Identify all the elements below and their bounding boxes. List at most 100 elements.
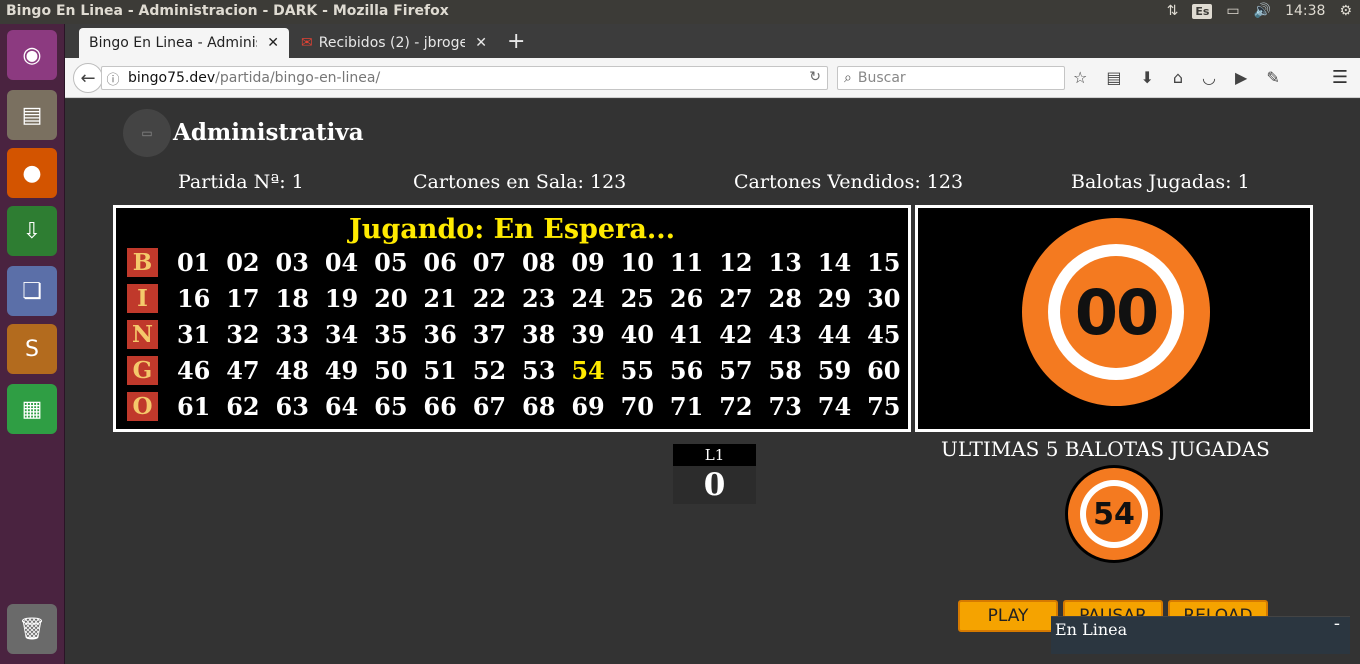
board-number: 08 xyxy=(522,248,556,277)
board-row-b: B 01 02 03 04 05 06 07 08 09 10 11 12 13 14 15 xyxy=(127,248,908,277)
board-number: 56 xyxy=(669,356,704,385)
board-row-o: O 61 62 63 64 65 66 67 68 69 70 71 72 73 74 75 xyxy=(127,392,908,421)
keyboard-layout-indicator[interactable]: Es xyxy=(1192,3,1213,19)
board-number: 09 xyxy=(571,248,605,277)
board-number: 40 xyxy=(620,320,655,349)
firefox-icon[interactable]: ● xyxy=(7,148,57,198)
board-number: 31 xyxy=(176,320,211,349)
board-number: 07 xyxy=(472,248,507,277)
board-row-i: I 16 17 18 19 20 21 22 23 24 25 26 27 28 29 30 xyxy=(127,284,908,313)
board-number: 57 xyxy=(719,356,753,385)
board-number: 32 xyxy=(226,320,260,349)
stat-cartones-vendidos: Cartones Vendidos: 123 xyxy=(734,171,964,193)
browser-nav-bar: ← ⓘ bingo75.dev /partida/bingo-en-linea/… xyxy=(65,58,1360,98)
board-number: 23 xyxy=(522,284,556,313)
downloads-icon[interactable]: ⬇ xyxy=(1140,68,1153,87)
game-status: Jugando: En Espera... xyxy=(348,214,676,245)
board-number: 37 xyxy=(472,320,507,349)
spreadsheet-icon[interactable]: ▦ xyxy=(7,384,57,434)
board-letter: B xyxy=(127,248,158,277)
eyedropper-icon[interactable]: ✎ xyxy=(1266,68,1279,87)
board-number: 35 xyxy=(374,320,408,349)
url-bar[interactable]: ⓘ bingo75.dev /partida/bingo-en-linea/ ↻ xyxy=(101,66,828,90)
volume-icon[interactable]: 🔊 xyxy=(1254,3,1271,19)
board-number: 26 xyxy=(669,284,704,313)
new-tab-button[interactable]: + xyxy=(507,29,525,54)
document-viewer-icon[interactable]: ❏ xyxy=(7,266,57,316)
search-input[interactable]: ⌕ Buscar xyxy=(837,66,1065,90)
hamburger-menu-icon[interactable]: ☰ xyxy=(1332,67,1348,88)
search-icon: ⌕ xyxy=(844,70,852,86)
unity-launcher: ◉ ▤ ● ⇩ ❏ S ▦ 🗑 xyxy=(0,24,65,664)
pocket-icon[interactable]: ◡ xyxy=(1202,68,1216,87)
board-number: 74 xyxy=(817,392,852,421)
youtube-icon[interactable]: ▶ xyxy=(1235,68,1247,87)
board-number: 15 xyxy=(867,248,901,277)
board-row-g: G 46 47 48 49 50 51 52 53 54 55 56 57 58 59 60 xyxy=(127,356,908,385)
back-button[interactable]: ← xyxy=(73,63,103,93)
board-number: 11 xyxy=(669,248,704,277)
board-number: 02 xyxy=(226,248,260,277)
last-ball-number: 54 xyxy=(1086,486,1142,542)
board-number: 51 xyxy=(423,356,457,385)
board-number: 06 xyxy=(423,248,457,277)
board-letter: N xyxy=(127,320,158,349)
stat-partida: Partida Nª: 1 xyxy=(178,171,304,193)
toolbar-icons: ☆ ▤ ⬇ ⌂ ◡ ▶ ✎ xyxy=(1073,68,1280,87)
board-number: 29 xyxy=(817,284,852,313)
stat-cartones-sala: Cartones en Sala: 123 xyxy=(413,171,627,193)
board-number: 36 xyxy=(423,320,457,349)
board-number: 63 xyxy=(275,392,309,421)
board-number: 68 xyxy=(522,392,556,421)
last-balls-title: ULTIMAS 5 BALOTAS JUGADAS xyxy=(941,437,1270,461)
board-number: 64 xyxy=(324,392,359,421)
online-chat-widget[interactable]: En Linea - xyxy=(1051,613,1350,654)
reading-list-icon[interactable]: ▤ xyxy=(1106,68,1121,87)
board-row-n: N 31 32 33 34 35 36 37 38 39 40 41 42 43 44 45 xyxy=(127,320,908,349)
url-path: /partida/bingo-en-linea/ xyxy=(215,70,381,86)
ubuntu-dash-icon[interactable]: ◉ xyxy=(7,30,57,80)
system-gear-icon[interactable]: ⚙ xyxy=(1339,3,1352,19)
window-title: Bingo En Linea - Administracion - DARK -… xyxy=(6,3,449,19)
clock[interactable]: 14:38 xyxy=(1285,3,1325,19)
close-tab-icon[interactable]: ✕ xyxy=(475,35,487,51)
system-tray: ⇅ Es ▭ 🔊 14:38 ⚙ xyxy=(1167,3,1352,19)
board-number: 41 xyxy=(669,320,704,349)
board-number: 55 xyxy=(620,356,655,385)
reload-icon[interactable]: ↻ xyxy=(809,69,821,85)
board-number: 50 xyxy=(374,356,408,385)
board-number: 43 xyxy=(768,320,802,349)
board-number: 46 xyxy=(176,356,211,385)
search-placeholder: Buscar xyxy=(857,70,906,86)
board-number: 25 xyxy=(620,284,655,313)
chat-minimize-button[interactable]: - xyxy=(1334,613,1340,634)
browser-tab-bar: Bingo En Linea - Administ ✕ ✉ Recibidos … xyxy=(65,24,1360,58)
board-number: 03 xyxy=(275,248,309,277)
play-button[interactable]: PLAY xyxy=(958,600,1058,632)
tab-gmail[interactable]: ✉ Recibidos (2) - jbrogesc ✕ xyxy=(291,28,497,58)
close-tab-icon[interactable]: ✕ xyxy=(267,35,279,51)
sublime-text-icon[interactable]: S xyxy=(7,324,57,374)
terminal-download-icon[interactable]: ⇩ xyxy=(7,206,57,256)
site-info-icon[interactable]: ⓘ xyxy=(102,69,124,88)
tab-bingo[interactable]: Bingo En Linea - Administ ✕ xyxy=(79,28,289,58)
board-number: 66 xyxy=(423,392,457,421)
network-updown-icon[interactable]: ⇅ xyxy=(1167,3,1179,19)
files-icon[interactable]: ▤ xyxy=(7,90,57,140)
current-ball: 00 xyxy=(1022,218,1210,406)
board-number: 62 xyxy=(226,392,260,421)
board-number: 61 xyxy=(176,392,211,421)
battery-icon[interactable]: ▭ xyxy=(1226,3,1239,19)
board-number: 72 xyxy=(719,392,753,421)
board-number: 59 xyxy=(817,356,852,385)
url-host: bingo75.dev xyxy=(128,70,216,86)
trash-icon[interactable]: 🗑 xyxy=(7,604,57,654)
line-counter-value: 0 xyxy=(703,467,726,503)
bookmark-star-icon[interactable]: ☆ xyxy=(1073,68,1087,87)
home-icon[interactable]: ⌂ xyxy=(1173,68,1183,87)
chat-label: En Linea xyxy=(1055,620,1128,639)
board-number: 70 xyxy=(620,392,655,421)
system-top-panel: Bingo En Linea - Administracion - DARK -… xyxy=(0,0,1360,24)
board-number: 19 xyxy=(324,284,359,313)
board-number: 33 xyxy=(275,320,309,349)
